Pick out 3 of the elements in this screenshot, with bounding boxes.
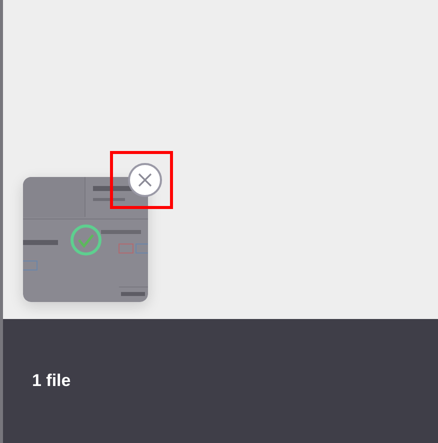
file-count: 1 file [32, 371, 71, 391]
close-icon [137, 172, 153, 188]
remove-button[interactable] [128, 163, 162, 197]
